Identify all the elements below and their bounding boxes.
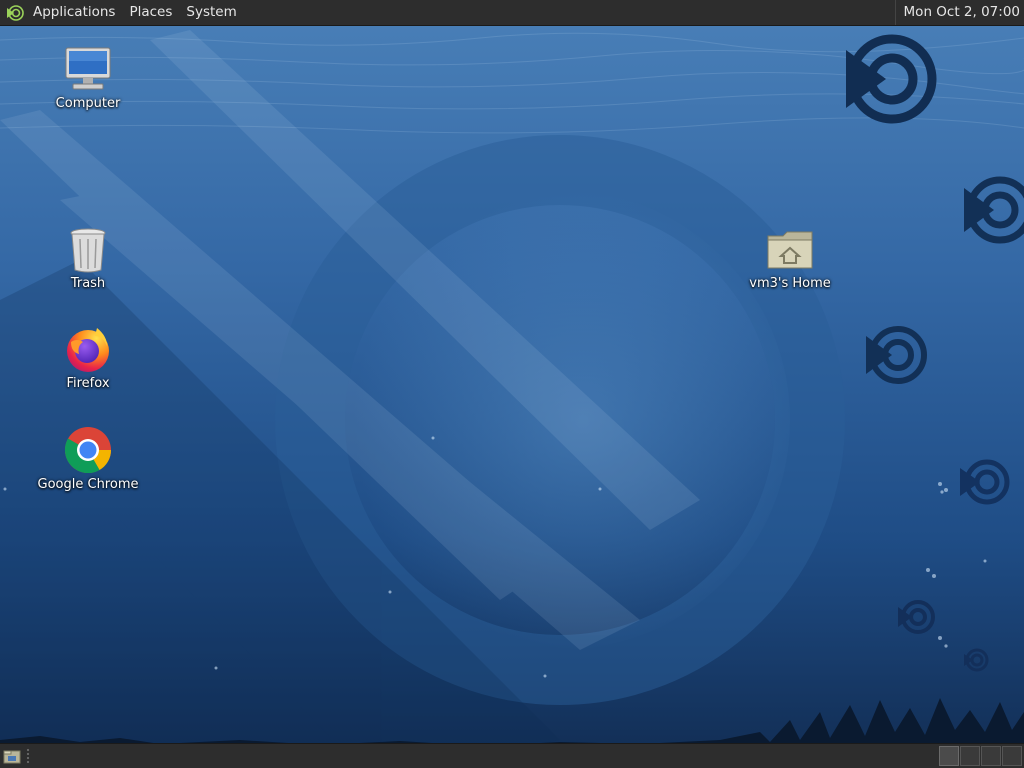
desktop-icon-label: Firefox <box>66 376 110 391</box>
desktop-icon-firefox[interactable]: Firefox <box>33 324 143 391</box>
menu-places[interactable]: Places <box>122 0 179 25</box>
desktop-icon-google-chrome[interactable]: Google Chrome <box>33 425 143 492</box>
panel-drag-handle[interactable] <box>26 748 30 764</box>
menu-system[interactable]: System <box>179 0 243 25</box>
desktop-icon-home[interactable]: vm3's Home <box>735 224 845 291</box>
show-desktop-icon <box>3 750 21 764</box>
desktop[interactable]: Computer Trash Firefox Google Chrome vm3… <box>0 0 1024 768</box>
computer-icon <box>63 44 113 94</box>
linux-mint-logo-icon <box>898 600 935 634</box>
firefox-icon <box>63 324 113 374</box>
workspace-1[interactable] <box>939 746 959 766</box>
workspace-switcher[interactable] <box>938 746 1022 766</box>
workspace-2[interactable] <box>960 746 980 766</box>
linux-mint-logo-icon <box>964 648 989 672</box>
bottom-panel <box>0 743 1024 768</box>
show-desktop-button[interactable] <box>2 747 22 765</box>
desktop-icon-label: Google Chrome <box>37 477 139 492</box>
menu-bar: Applications Places System <box>0 0 244 25</box>
linux-mint-menu-icon[interactable] <box>4 0 26 25</box>
desktop-icon-computer[interactable]: Computer <box>33 44 143 111</box>
trash-icon <box>63 224 113 274</box>
workspace-3[interactable] <box>981 746 1001 766</box>
linux-mint-logo-icon <box>866 326 927 384</box>
menu-applications[interactable]: Applications <box>26 0 122 25</box>
desktop-icon-label: Trash <box>70 276 106 291</box>
desktop-icon-label: Computer <box>55 96 121 111</box>
linux-mint-logo-icon <box>960 459 1010 505</box>
desktop-icon-label: vm3's Home <box>749 276 831 291</box>
workspace-4[interactable] <box>1002 746 1022 766</box>
desktop-icon-trash[interactable]: Trash <box>33 224 143 291</box>
linux-mint-logo-icon <box>964 176 1024 244</box>
linux-mint-logo-icon <box>846 34 937 124</box>
clock[interactable]: Mon Oct 2, 07:00 <box>894 0 1020 25</box>
chrome-icon <box>63 425 113 475</box>
top-panel: Applications Places System Mon Oct 2, 07… <box>0 0 1024 26</box>
home-folder-icon <box>765 224 815 274</box>
